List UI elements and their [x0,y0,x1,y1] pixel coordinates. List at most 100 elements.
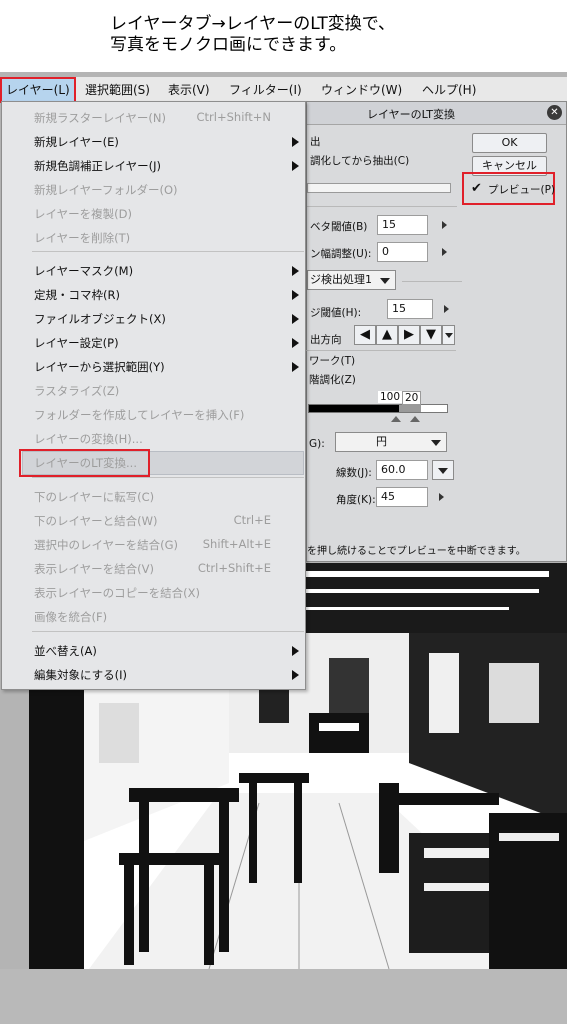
menu-item-label: レイヤーから選択範囲(Y) [34,360,165,374]
menu-item[interactable]: 新規レイヤー(E) [2,130,305,152]
menubar: レイヤー(L) 選択範囲(S) 表示(V) フィルター(I) ウィンドウ(W) … [0,77,567,103]
width-adjust-input[interactable]: 0 [377,242,428,262]
submenu-arrow-icon [292,338,299,348]
black-threshold-arrow-icon[interactable] [442,221,447,229]
direction-label: 出方向 [310,334,342,346]
menu-item: 下のレイヤーに転写(C) [2,485,305,507]
shape-select[interactable]: 円 [335,432,447,452]
menu-window[interactable]: ウィンドウ(W) [321,81,402,98]
width-adjust-arrow-icon[interactable] [442,248,447,256]
arrow-right-icon[interactable]: ▶ [398,325,420,345]
gradation-value-1: 100 [378,391,403,403]
menu-item: 表示レイヤーを結合(V) Ctrl+Shift+E [2,557,305,579]
menu-item: 画像を統合(F) [2,605,305,627]
lines-label: 線数(J): [336,467,372,479]
submenu-arrow-icon [292,670,299,680]
gradation-handle-1[interactable] [391,416,401,422]
menu-item-label: 表示レイヤーのコピーを結合(X) [34,586,201,600]
menu-separator [32,631,304,632]
menu-filter[interactable]: フィルター(I) [229,81,302,98]
chevron-down-icon [380,278,390,284]
edge-threshold-arrow-icon[interactable] [444,305,449,313]
edge-process-select[interactable]: ジ検出処理1 [307,270,396,290]
menu-item[interactable]: レイヤー設定(P) [2,331,305,353]
menu-item-label: 画像を統合(F) [34,610,108,624]
submenu-arrow-icon [292,161,299,171]
menu-item-shortcut: Ctrl+Shift+N [196,110,271,124]
menu-item: 選択中のレイヤーを結合(G) Shift+Alt+E [2,533,305,555]
menu-selection[interactable]: 選択範囲(S) [85,81,150,98]
extract-slider[interactable] [307,183,451,193]
gray-extract-option[interactable]: 調化してから抽出(C) [310,153,409,168]
menu-item: 表示レイヤーのコピーを結合(X) [2,581,305,603]
menu-item: フォルダーを作成してレイヤーを挿入(F) [2,403,305,425]
menu-item-label: 新規レイヤー(E) [34,135,119,149]
caption-line-2: 写真をモノクロ画にできます。 [110,35,347,55]
menu-item-label: フォルダーを作成してレイヤーを挿入(F) [34,408,245,422]
menu-item[interactable]: レイヤーマスク(M) [2,259,305,281]
gradation-label[interactable]: 階調化(Z) [309,372,356,387]
menu-item-shortcut: Ctrl+Shift+E [197,561,271,575]
menu-item: レイヤーの変換(H)... [2,427,305,449]
dialog-titlebar[interactable]: レイヤーのLT変換 ✕ [307,102,566,125]
edge-process-value: ジ検出処理1 [310,273,372,286]
menu-item-label: 並べ替え(A) [34,644,97,658]
menu-item-label: レイヤーを削除(T) [34,231,131,245]
tone-work-label: ワーク(T) [309,355,356,367]
menu-item-label: 下のレイヤーと結合(W) [34,514,158,528]
chevron-down-icon [445,333,453,338]
menu-item: 新規レイヤーフォルダー(O) [2,178,305,200]
direction-dropdown[interactable] [442,325,455,345]
menu-item-label: ラスタライズ(Z) [34,384,120,398]
gradation-value-2: 20 [402,391,422,405]
menu-item[interactable]: 並べ替え(A) [2,639,305,661]
black-threshold-label: ベタ閾値(B) [310,221,368,233]
menu-item-label: 下のレイヤーに転写(C) [34,490,155,504]
menu-item-label: 新規ラスターレイヤー(N) [34,111,166,125]
menu-item[interactable]: 定規・コマ枠(R) [2,283,305,305]
submenu-arrow-icon [292,290,299,300]
gradation-bar[interactable] [308,404,448,413]
menu-item-label: レイヤーのLT変換... [34,456,137,470]
menu-layer[interactable]: レイヤー(L) [0,77,76,103]
menu-help[interactable]: ヘルプ(H) [422,81,476,98]
angle-input[interactable]: 45 [376,487,428,507]
close-icon[interactable]: ✕ [547,105,562,120]
menu-item[interactable]: 新規色調補正レイヤー(J) [2,154,305,176]
menu-item: レイヤーを複製(D) [2,202,305,224]
menu-item-label: レイヤー設定(P) [34,336,119,350]
edge-threshold-input[interactable]: 15 [387,299,433,319]
menu-item[interactable]: 編集対象にする(I) [2,663,305,685]
angle-arrow-icon[interactable] [439,493,444,501]
width-adjust-label: ン幅調整(U): [310,248,372,260]
menu-item-label: 選択中のレイヤーを結合(G) [34,538,179,552]
arrow-up-icon[interactable]: ▲ [376,325,398,345]
line-extract-label: 出 [310,136,321,148]
menu-item-shortcut: Shift+Alt+E [202,537,271,551]
menu-separator [32,251,304,252]
gradation-handle-2[interactable] [410,416,420,422]
menu-item[interactable]: レイヤーから選択範囲(Y) [2,355,305,377]
menu-item-shortcut: Ctrl+E [233,513,271,527]
preview-label: プレビュー(P) [488,184,556,196]
submenu-arrow-icon [292,137,299,147]
edge-threshold-label: ジ閾値(H): [310,307,362,319]
preview-checkbox[interactable]: ✔ [471,181,482,196]
arrow-down-icon[interactable]: ▼ [420,325,442,345]
menu-item-label: 新規レイヤーフォルダー(O) [34,183,178,197]
ok-button[interactable]: OK [472,133,547,153]
lines-dropdown[interactable] [432,460,454,480]
menu-view[interactable]: 表示(V) [168,81,210,98]
black-threshold-input[interactable]: 15 [377,215,428,235]
submenu-arrow-icon [292,646,299,656]
lines-input[interactable]: 60.0 [376,460,428,480]
menu-item-label: レイヤーマスク(M) [34,264,134,278]
shape-value: 円 [376,435,387,448]
menu-item-label: 表示レイヤーを結合(V) [34,562,154,576]
menu-item: 下のレイヤーと結合(W) Ctrl+E [2,509,305,531]
menu-item[interactable]: ファイルオブジェクト(X) [2,307,305,329]
menu-item-label: 定規・コマ枠(R) [34,288,120,302]
arrow-left-icon[interactable]: ◀ [354,325,376,345]
menu-item: レイヤーのLT変換... [2,451,305,473]
menu-item-label: 編集対象にする(I) [34,668,127,682]
